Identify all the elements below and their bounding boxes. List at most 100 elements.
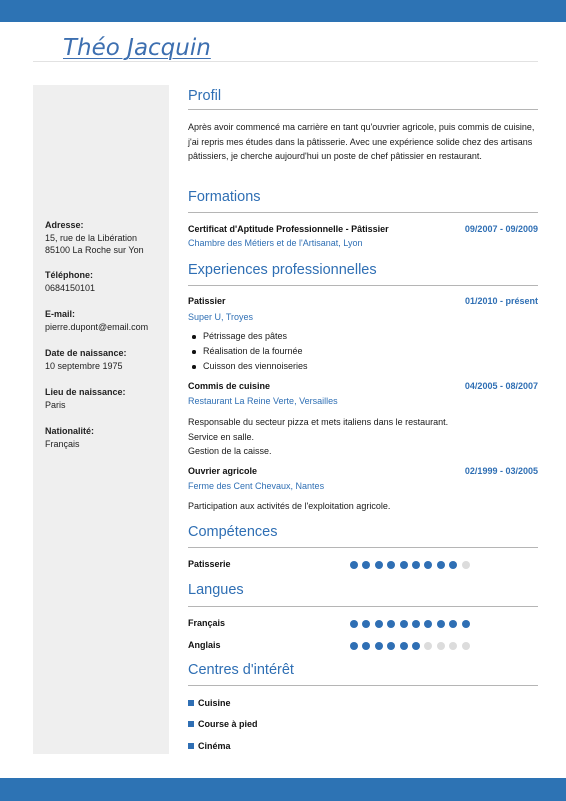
nationality-value: Français bbox=[45, 438, 80, 449]
rating-dot-empty bbox=[449, 642, 458, 650]
experience-date: 04/2005 - 08/2007 bbox=[464, 381, 538, 391]
section-title-profile: Profil bbox=[188, 88, 222, 104]
address-line-2: 85100 La Roche sur Yon bbox=[45, 245, 144, 255]
birthplace-block: Lieu de naissance: Paris bbox=[45, 386, 126, 411]
rating-dot-filled bbox=[387, 620, 396, 628]
profile-text: Après avoir commencé ma carrière en tant… bbox=[188, 122, 535, 161]
rating-dot-filled bbox=[387, 561, 396, 569]
rating-dot-empty bbox=[461, 642, 470, 650]
section-rule-experience bbox=[188, 285, 538, 286]
address-line-1: 15, rue de la Libération bbox=[45, 232, 138, 243]
language-level-dots bbox=[350, 620, 470, 628]
birthdate-block: Date de naissance: 10 septembre 1975 bbox=[45, 347, 127, 372]
education-org: Chambre des Métiers et de l'Artisanat, L… bbox=[188, 238, 363, 248]
experience-org: Super U, Troyes bbox=[188, 312, 254, 322]
language-level-dots bbox=[350, 642, 470, 650]
section-rule-education bbox=[188, 212, 538, 213]
rating-dot-filled bbox=[350, 561, 358, 569]
language-label: Anglais bbox=[188, 640, 221, 650]
list-item: Réalisation de la fournée bbox=[188, 344, 308, 359]
phone-value: 0684150101 bbox=[45, 282, 96, 293]
phone-label: Téléphone: bbox=[45, 270, 94, 280]
rating-dot-filled bbox=[362, 620, 371, 628]
rating-dot-filled bbox=[350, 620, 358, 628]
nationality-block: Nationalité: Français bbox=[45, 425, 94, 450]
section-title-languages: Langues bbox=[188, 582, 244, 598]
experience-title: Patissier bbox=[188, 296, 226, 306]
square-bullet-icon bbox=[188, 700, 194, 706]
skill-label: Patisserie bbox=[188, 559, 231, 569]
section-title-skills: Compétences bbox=[188, 524, 278, 540]
education-title: Certificat d'Aptitude Professionnelle - … bbox=[188, 224, 389, 234]
experience-description: Participation aux activités de l'exploit… bbox=[188, 499, 540, 514]
interest-item: Cinéma bbox=[188, 741, 231, 751]
list-item: Cuisson des viennoiseries bbox=[188, 359, 308, 374]
email-value: pierre.dupont@email.com bbox=[45, 321, 149, 332]
section-title-interests: Centres d'intérêt bbox=[188, 662, 294, 678]
rating-dot-empty bbox=[424, 642, 433, 650]
section-title-education: Formations bbox=[188, 189, 261, 205]
section-rule-languages bbox=[188, 606, 538, 607]
experience-title: Commis de cuisine bbox=[188, 381, 271, 391]
section-rule-skills bbox=[188, 547, 538, 548]
experience-title: Ouvrier agricole bbox=[188, 466, 258, 476]
rating-dot-filled bbox=[449, 561, 458, 569]
nationality-label: Nationalité: bbox=[45, 426, 95, 436]
section-rule-interests bbox=[188, 685, 538, 686]
square-bullet-icon bbox=[188, 721, 194, 727]
description-line: Responsable du secteur pizza et mets ita… bbox=[188, 417, 449, 427]
interest-label: Cinéma bbox=[198, 741, 231, 751]
address-block: Adresse: 15, rue de la Libération 85100 … bbox=[45, 219, 144, 257]
contact-sidebar: Adresse: 15, rue de la Libération 85100 … bbox=[33, 85, 169, 754]
interest-item: Course à pied bbox=[188, 719, 258, 729]
rating-dot-filled bbox=[411, 620, 420, 628]
interest-item: Cuisine bbox=[188, 698, 231, 708]
address-label: Adresse: bbox=[45, 220, 84, 230]
description-line: Service en salle. bbox=[188, 431, 255, 442]
experience-date: 02/1999 - 03/2005 bbox=[464, 466, 538, 476]
description-line: Participation aux activités de l'exploit… bbox=[188, 501, 391, 511]
rating-dot-filled bbox=[362, 561, 371, 569]
candidate-name: Théo Jacquin bbox=[63, 35, 211, 61]
birthdate-value: 10 septembre 1975 bbox=[45, 360, 123, 371]
rating-dot-filled bbox=[387, 642, 396, 650]
rating-dot-filled bbox=[411, 561, 420, 569]
phone-block: Téléphone: 0684150101 bbox=[45, 269, 95, 294]
top-accent-bar bbox=[0, 0, 566, 22]
language-label: Français bbox=[188, 618, 226, 628]
rating-dot-filled bbox=[399, 561, 408, 569]
experience-org: Ferme des Cent Chevaux, Nantes bbox=[188, 481, 325, 491]
experience-task-list: Pétrissage des pâtes Réalisation de la f… bbox=[188, 329, 308, 374]
birthplace-label: Lieu de naissance: bbox=[45, 387, 126, 397]
experience-description: Responsable du secteur pizza et mets ita… bbox=[188, 415, 540, 459]
rating-dot-filled bbox=[350, 642, 358, 650]
education-date: 09/2007 - 09/2009 bbox=[464, 224, 538, 234]
rating-dot-empty bbox=[436, 642, 445, 650]
email-label: E-mail: bbox=[45, 309, 76, 319]
rating-dot-filled bbox=[411, 642, 420, 650]
rating-dot-filled bbox=[374, 620, 383, 628]
rating-dot-filled bbox=[449, 620, 458, 628]
rating-dot-filled bbox=[424, 620, 433, 628]
list-item: Pétrissage des pâtes bbox=[188, 329, 308, 344]
rating-dot-empty bbox=[461, 561, 470, 569]
rating-dot-filled bbox=[436, 561, 445, 569]
birthplace-value: Paris bbox=[45, 399, 66, 410]
description-line: Gestion de la caisse. bbox=[188, 446, 272, 456]
rating-dot-filled bbox=[362, 642, 371, 650]
rating-dot-filled bbox=[374, 642, 383, 650]
interest-label: Course à pied bbox=[198, 719, 258, 729]
section-title-experience: Experiences professionnelles bbox=[188, 262, 377, 278]
section-rule-profile bbox=[188, 109, 538, 110]
bottom-accent-bar bbox=[0, 778, 566, 801]
rating-dot-filled bbox=[399, 620, 408, 628]
interest-label: Cuisine bbox=[198, 698, 231, 708]
square-bullet-icon bbox=[188, 743, 194, 749]
rating-dot-filled bbox=[436, 620, 445, 628]
rating-dot-filled bbox=[461, 620, 470, 628]
experience-org: Restaurant La Reine Verte, Versailles bbox=[188, 396, 338, 406]
name-divider bbox=[33, 61, 538, 62]
experience-date: 01/2010 - présent bbox=[464, 296, 538, 306]
skill-level-dots bbox=[350, 561, 470, 569]
rating-dot-filled bbox=[399, 642, 408, 650]
